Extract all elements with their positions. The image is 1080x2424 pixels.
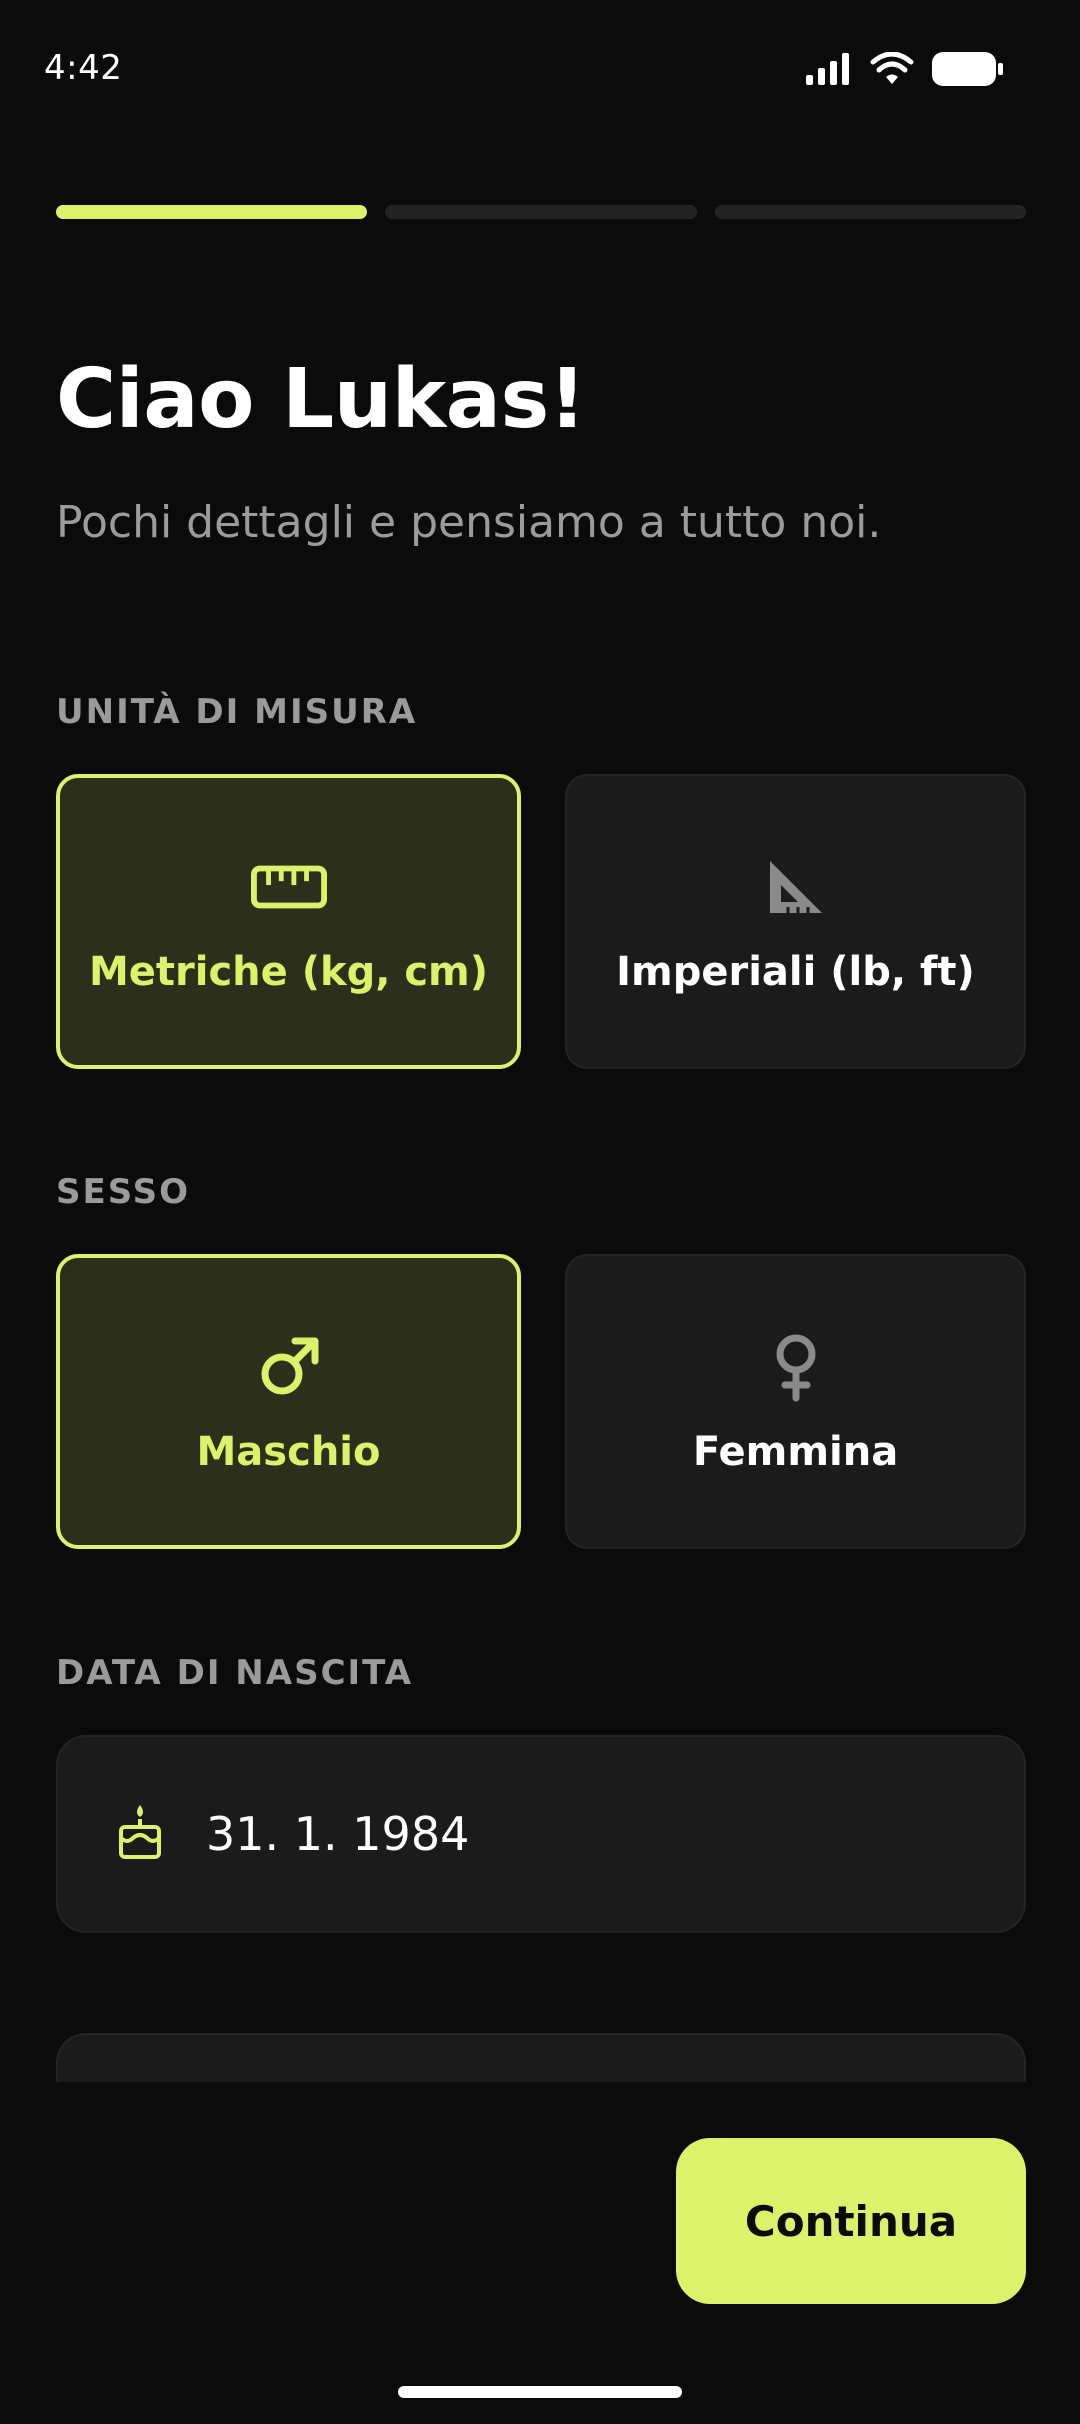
signal-icon [806,53,852,89]
ruler-icon [250,849,327,925]
sex-section-label: SESSO [56,1172,191,1212]
set-square-icon [758,849,834,925]
cake-icon [116,1803,164,1865]
units-section-label: UNITÀ DI MISURA [56,692,418,732]
page-subtitle: Pochi dettagli e pensiamo a tutto noi. [56,497,882,548]
female-option[interactable]: Femmina [565,1254,1026,1549]
imperial-units-option[interactable]: Imperiali (lb, ft) [565,774,1026,1069]
units-options: Metriche (kg, cm) Imperiali (lb, ft) [56,774,1026,1069]
male-symbol-icon [251,1329,327,1405]
progress-step-3 [714,205,1026,219]
male-label: Maschio [196,1428,381,1475]
female-symbol-icon [758,1329,834,1405]
male-option[interactable]: Maschio [56,1254,521,1549]
continue-button[interactable]: Continua [676,2138,1026,2304]
sex-options: Maschio Femmina [56,1254,1026,1549]
onboarding-progress [56,205,1026,219]
status-time: 4:42 [44,48,123,88]
battery-icon [932,52,1004,90]
female-label: Femmina [692,1428,899,1475]
status-bar: 4:42 [0,0,1080,140]
birth-date-section-label: DATA DI NASCITA [56,1653,414,1693]
birth-date-field[interactable]: 31. 1. 1984 [56,1735,1026,1933]
home-indicator [398,2386,682,2398]
birth-date-value: 31. 1. 1984 [206,1807,470,1861]
page-title: Ciao Lukas! [56,352,586,447]
wifi-icon [870,51,914,90]
metric-units-label: Metriche (kg, cm) [88,948,489,995]
progress-step-2 [385,205,697,219]
metric-units-option[interactable]: Metriche (kg, cm) [56,774,521,1069]
progress-step-1 [56,205,368,219]
imperial-units-label: Imperiali (lb, ft) [616,948,975,995]
status-icons [806,51,1004,90]
